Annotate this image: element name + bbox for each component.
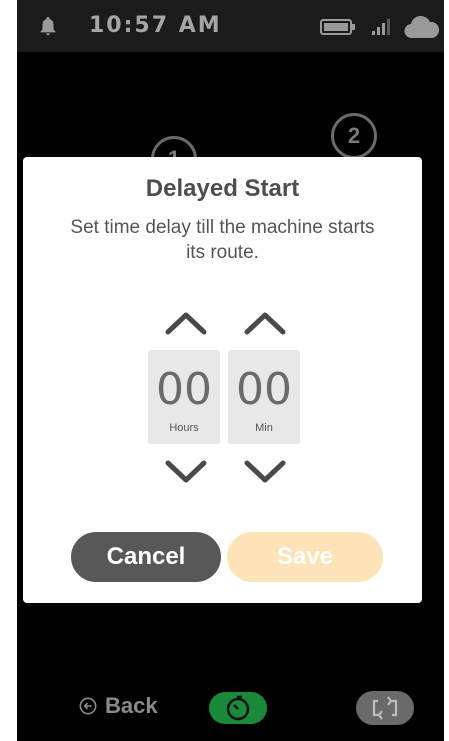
hours-increment-chevron-up-icon[interactable] xyxy=(164,310,208,336)
minutes-value: 00 xyxy=(236,364,292,415)
minutes-increment-chevron-up-icon[interactable] xyxy=(243,310,287,336)
bell-icon xyxy=(40,16,56,36)
hours-decrement-chevron-down-icon[interactable] xyxy=(164,459,208,485)
hours-value: 00 xyxy=(156,364,212,415)
timer-icon xyxy=(226,695,250,721)
back-arrow-icon xyxy=(79,697,97,715)
minutes-picker[interactable]: 00 Min xyxy=(228,350,300,444)
back-button[interactable]: Back xyxy=(79,693,158,719)
cancel-button[interactable]: Cancel xyxy=(71,532,221,582)
battery-icon xyxy=(320,19,355,35)
cloud-icon xyxy=(404,15,440,39)
hours-label: Hours xyxy=(169,422,199,434)
step-2-indicator: 2 xyxy=(331,113,377,159)
status-bar: 10:57 AM xyxy=(17,0,444,52)
save-button[interactable]: Save xyxy=(227,532,383,582)
signal-icon xyxy=(372,19,390,35)
dialog-title: Delayed Start xyxy=(145,175,300,202)
swap-icon xyxy=(372,696,398,720)
delayed-start-timer-button[interactable] xyxy=(209,692,267,724)
hours-picker[interactable]: 00 Hours xyxy=(148,350,220,444)
status-time: 10:57 AM xyxy=(89,13,222,38)
delayed-start-dialog: Delayed Start Set time delay till the ma… xyxy=(23,157,422,603)
dialog-description: Set time delay till the machine starts i… xyxy=(70,217,375,263)
back-label: Back xyxy=(105,693,158,718)
swap-button[interactable] xyxy=(356,691,414,725)
minutes-label: Min xyxy=(255,422,273,434)
minutes-decrement-chevron-down-icon[interactable] xyxy=(243,459,287,485)
